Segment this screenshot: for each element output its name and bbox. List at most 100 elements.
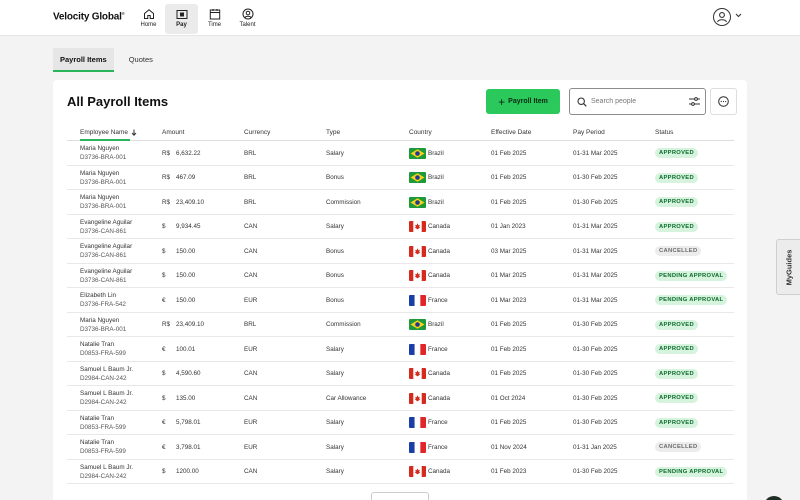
employee-cell[interactable]: Samuel L Baum Jr. D2984-CAN-242 [80,386,133,410]
table-row[interactable]: Maria Nguyen D3736-BRA-001 R$ 23,409.10 … [67,313,734,337]
pay-icon [176,10,187,19]
effective-date-cell: 01 Feb 2025 [491,321,527,328]
effective-date-cell: 01 Feb 2025 [491,198,527,206]
more-options-button[interactable] [710,88,737,115]
table-row[interactable]: Maria Nguyen D3736-BRA-001 R$ 6,632.22 B… [67,141,734,166]
country-cell: Canada [409,386,450,410]
status-badge: APPROVED [655,148,698,158]
type-cell: Car Allowance [326,394,367,402]
col-status[interactable]: Status [655,129,673,136]
payroll-card: All Payroll Items + Payroll Item Employe… [53,80,747,500]
type-cell: Bonus [326,174,344,181]
user-avatar[interactable] [713,8,731,26]
status-badge: PENDING APPROVAL [655,295,728,305]
pay-period-cell: 01-31 Jan 2025 [573,443,617,451]
myguides-side-tab[interactable]: MyGuides [776,239,800,295]
table-row[interactable]: Maria Nguyen D3736-BRA-001 R$ 23,409.10 … [67,190,734,215]
table-row[interactable]: Natalie Tran D0853-FRA-599 € 5,798.01 EU… [67,411,734,435]
effective-date-cell: 01 Mar 2025 [491,272,527,279]
status-cell: APPROVED [655,215,698,239]
amount-symbol: $ [162,223,166,230]
col-pay-period[interactable]: Pay Period [573,129,605,136]
currency-cell: CAN [244,247,258,255]
nav-pay[interactable]: Pay [165,4,198,34]
status-cell: APPROVED [655,141,698,165]
table-row[interactable]: Evangeline Aguilar D3736-CAN-861 $ 150.0… [67,264,734,288]
search-input[interactable] [591,98,681,105]
table-row[interactable]: Maria Nguyen D3736-BRA-001 R$ 467.09 BRL… [67,166,734,190]
table-row[interactable]: Evangeline Aguilar D3736-CAN-861 $ 9,934… [67,215,734,239]
tab-payroll-items[interactable]: Payroll Items [53,48,114,72]
country-cell: Brazil [409,166,444,190]
chat-launcher-icon[interactable] [764,496,784,500]
employee-name: Maria Nguyen [80,194,120,201]
col-country[interactable]: Country [409,129,432,136]
employee-cell[interactable]: Samuel L Baum Jr. D2984-CAN-242 [80,460,133,484]
country-cell: Canada [409,460,450,484]
employee-cell[interactable]: Maria Nguyen D3736-BRA-001 [80,141,126,165]
table-row[interactable]: Evangeline Aguilar D3736-CAN-861 $ 150.0… [67,239,734,264]
employee-cell[interactable]: Samuel L Baum Jr. D2984-CAN-242 [80,362,133,386]
country-name: Brazil [428,149,444,157]
amount-value: 4,590.60 [176,370,201,377]
effective-date-cell: 01 Oct 2024 [491,394,526,402]
effective-date-cell: 01 Nov 2024 [491,443,527,451]
employee-cell[interactable]: Maria Nguyen D3736-BRA-001 [80,313,126,337]
table-row[interactable]: Elizabeth Lin D3736-FRA-542 € 150.00 EUR… [67,288,734,313]
table-row[interactable]: Natalie Tran D0853-FRA-599 € 100.01 EUR … [67,337,734,362]
employee-name: Natalie Tran [80,439,114,446]
fr-flag-icon [409,294,426,306]
nav-time[interactable]: Time [198,4,231,34]
status-badge: APPROVED [655,319,698,330]
nav-home[interactable]: Home [132,4,165,34]
col-employee-name[interactable]: Employee Name [80,129,137,136]
table-row[interactable]: Natalie Tran D0853-FRA-599 € 3,798.01 EU… [67,435,734,460]
employee-cell[interactable]: Maria Nguyen D3736-BRA-001 [80,190,126,214]
employee-cell[interactable]: Natalie Tran D0853-FRA-599 [80,337,126,361]
load-more-button[interactable] [371,492,429,500]
effective-date-cell: 01 Feb 2025 [491,370,527,377]
amount-value: 5,798.01 [176,419,201,426]
col-type[interactable]: Type [326,129,340,136]
employee-id: D3736-BRA-001 [80,325,127,333]
employee-cell[interactable]: Evangeline Aguilar D3736-CAN-861 [80,239,132,263]
currency-cell: CAN [244,370,258,377]
employee-cell[interactable]: Natalie Tran D0853-FRA-599 [80,435,126,459]
status-cell: APPROVED [655,313,698,337]
table-row[interactable]: Samuel L Baum Jr. D2984-CAN-242 $ 1200.0… [67,460,734,484]
br-flag-icon [409,147,426,159]
amount-value: 6,632.22 [176,149,201,157]
table-row[interactable]: Samuel L Baum Jr. D2984-CAN-242 $ 4,590.… [67,362,734,386]
more-icon [718,96,729,107]
country-name: France [428,443,448,451]
status-cell: APPROVED [655,337,698,361]
nav-talent[interactable]: Talent [231,4,264,34]
add-payroll-item-button[interactable]: + Payroll Item [486,89,560,114]
user-icon [716,12,728,23]
employee-cell[interactable]: Maria Nguyen D3736-BRA-001 [80,166,126,190]
table-row[interactable]: Samuel L Baum Jr. D2984-CAN-242 $ 135.00… [67,386,734,411]
br-flag-icon [409,196,426,208]
chevron-down-icon[interactable] [735,13,742,20]
employee-cell[interactable]: Evangeline Aguilar D3736-CAN-861 [80,215,132,239]
employee-cell[interactable]: Evangeline Aguilar D3736-CAN-861 [80,264,132,288]
top-bar: Velocity Global® Home Pay Time Talent [0,0,800,36]
effective-date-cell: 01 Mar 2023 [491,296,527,304]
country-cell: France [409,337,448,361]
col-effective-date[interactable]: Effective Date [491,129,531,136]
currency-cell: BRL [244,321,257,328]
employee-id: D3736-CAN-861 [80,252,127,259]
col-amount[interactable]: Amount [162,129,184,136]
employee-id: D2984-CAN-242 [80,472,127,480]
col-currency[interactable]: Currency [244,129,270,136]
filter-icon[interactable] [689,97,700,106]
tab-quotes[interactable]: Quotes [122,48,160,72]
type-cell: Bonus [326,296,344,304]
col-employee-name-label: Employee Name [80,128,129,136]
status-badge: APPROVED [655,172,698,183]
country-name: Canada [428,272,451,279]
employee-name: Natalie Tran [80,414,114,422]
employee-cell[interactable]: Elizabeth Lin D3736-FRA-542 [80,288,126,312]
brand-logo[interactable]: Velocity Global® [53,11,125,22]
employee-cell[interactable]: Natalie Tran D0853-FRA-599 [80,411,126,435]
